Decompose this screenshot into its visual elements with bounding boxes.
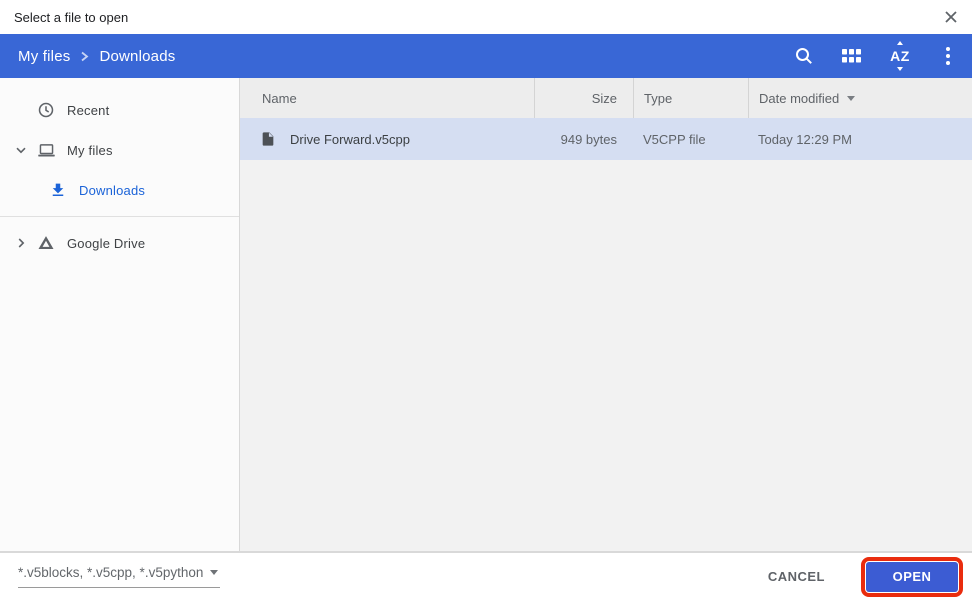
file-name: Drive Forward.v5cpp — [290, 131, 410, 147]
file-picker-dialog: Select a file to open My files Downloads — [0, 0, 972, 600]
file-type-filter-label: *.v5blocks, *.v5cpp, *.v5python — [18, 565, 204, 580]
column-label: Date modified — [759, 90, 840, 106]
open-button[interactable]: OPEN — [861, 556, 963, 597]
table-header: Name Size Type Date modified — [240, 78, 972, 118]
column-header-date-modified[interactable]: Date modified — [748, 78, 972, 118]
dropdown-caret-icon — [210, 570, 219, 575]
dialog-title: Select a file to open — [14, 9, 129, 25]
file-row-selected[interactable]: Drive Forward.v5cpp 949 bytes V5CPP file… — [240, 118, 972, 160]
dialog-titlebar: Select a file to open — [0, 0, 972, 34]
column-header-name[interactable]: Name — [240, 78, 534, 118]
file-list: Name Size Type Date modified Drive Forwa… — [240, 78, 972, 551]
download-icon — [46, 178, 70, 202]
column-header-size[interactable]: Size — [534, 78, 633, 118]
sidebar-item-label: Downloads — [79, 182, 146, 198]
breadcrumb-my-files[interactable]: My files — [18, 48, 70, 65]
sidebar-item-label: My files — [67, 142, 113, 158]
sidebar-item-google-drive[interactable]: Google Drive — [0, 223, 239, 263]
sort-down-caret — [896, 67, 903, 71]
close-x-glyph — [945, 11, 957, 23]
toolbar-actions: AZ — [780, 34, 972, 78]
column-label: Name — [262, 90, 297, 106]
more-menu-icon[interactable] — [924, 34, 972, 78]
column-label: Type — [644, 90, 673, 106]
sort-az-text: AZ — [890, 48, 910, 64]
footer-actions: CANCEL OPEN — [764, 556, 963, 597]
kebab-dots — [946, 47, 950, 65]
dialog-footer: *.v5blocks, *.v5cpp, *.v5python CANCEL O… — [0, 551, 972, 600]
dialog-content: Recent My files Downloads Google Drive N… — [0, 78, 972, 551]
clock-icon — [34, 98, 58, 122]
laptop-icon — [34, 138, 58, 162]
chevron-right-icon[interactable] — [10, 232, 32, 254]
file-date-cell: Today 12:29 PM — [758, 131, 852, 147]
chevron-down-icon[interactable] — [10, 139, 32, 161]
close-icon[interactable] — [938, 4, 964, 30]
file-size-cell: 949 bytes — [560, 131, 617, 147]
location-toolbar: My files Downloads AZ — [0, 34, 972, 78]
file-type-cell: V5CPP file — [643, 131, 706, 147]
breadcrumb: My files Downloads — [18, 48, 175, 65]
sidebar-item-my-files[interactable]: My files — [0, 130, 239, 170]
file-document-icon — [260, 130, 278, 148]
breadcrumb-downloads[interactable]: Downloads — [99, 48, 175, 65]
sort-az-icon[interactable]: AZ — [876, 34, 924, 78]
file-name-cell: Drive Forward.v5cpp — [240, 130, 534, 148]
cancel-button[interactable]: CANCEL — [764, 563, 829, 590]
file-type-filter-dropdown[interactable]: *.v5blocks, *.v5cpp, *.v5python — [18, 565, 221, 588]
chevron-right-icon — [80, 51, 89, 62]
sort-az-letters: AZ — [890, 41, 910, 71]
sort-up-caret — [896, 41, 903, 45]
google-drive-icon — [34, 231, 58, 255]
column-header-type[interactable]: Type — [633, 78, 748, 118]
sort-desc-caret-icon — [847, 95, 856, 101]
grid-view-icon[interactable] — [828, 34, 876, 78]
sidebar-item-downloads[interactable]: Downloads — [0, 170, 239, 210]
search-icon[interactable] — [780, 34, 828, 78]
sidebar-item-label: Google Drive — [67, 235, 146, 251]
file-list-empty-area[interactable] — [240, 160, 972, 551]
sidebar-divider — [0, 216, 239, 217]
sidebar-item-label: Recent — [67, 102, 110, 118]
column-label: Size — [591, 90, 617, 106]
sidebar-item-recent[interactable]: Recent — [0, 90, 239, 130]
sidebar: Recent My files Downloads Google Drive — [0, 78, 240, 551]
